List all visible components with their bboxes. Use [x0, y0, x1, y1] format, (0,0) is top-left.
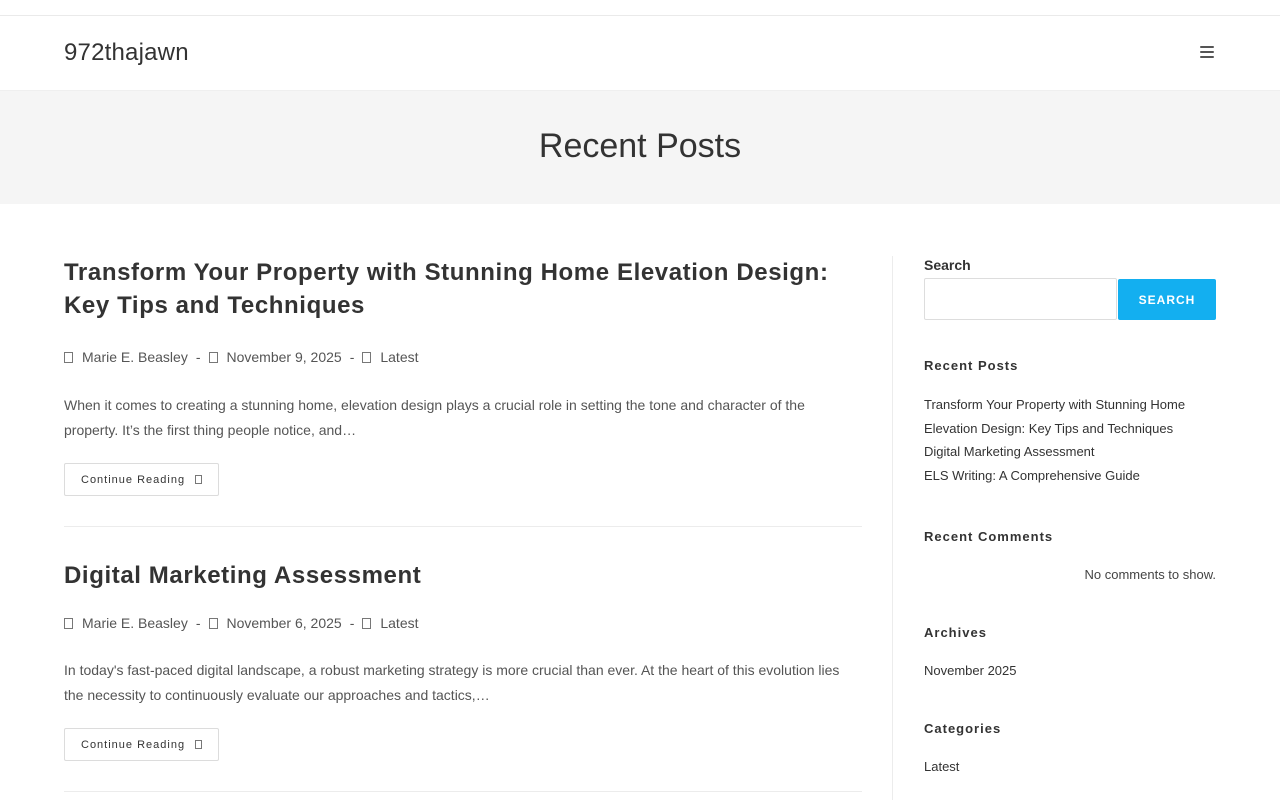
post-item: Transform Your Property with Stunning Ho…: [64, 256, 862, 527]
post-meta: Marie E. Beasley - November 9, 2025 - La…: [64, 349, 862, 365]
meta-separator: -: [349, 615, 355, 631]
post-excerpt: When it comes to creating a stunning hom…: [64, 397, 805, 438]
arrow-right-icon: [195, 740, 203, 749]
user-icon: [64, 617, 73, 629]
meta-separator: -: [349, 349, 355, 365]
site-title[interactable]: 972thajawn: [64, 39, 189, 67]
arrow-right-icon: [195, 475, 203, 484]
widget-title: Recent Comments: [924, 529, 1054, 544]
page-hero: Recent Posts: [0, 91, 1280, 204]
continue-reading-label: Continue Reading: [81, 738, 186, 751]
widget-title: Categories: [924, 720, 1002, 736]
post-author[interactable]: Marie E. Beasley: [82, 349, 188, 365]
continue-reading-button[interactable]: Continue Reading: [64, 728, 220, 761]
calendar-icon: [208, 351, 218, 363]
categories-widget: Categories Latest: [924, 721, 1216, 779]
recent-post-link[interactable]: Transform Your Property with Stunning Ho…: [924, 393, 1216, 440]
meta-separator: -: [195, 349, 201, 365]
post-title-link[interactable]: Transform Your Property with Stunning Ho…: [64, 256, 862, 322]
top-bar: [0, 0, 1280, 16]
recent-post-link[interactable]: Digital Marketing Assessment: [924, 440, 1216, 464]
page-title: Recent Posts: [538, 127, 742, 165]
post-date: November 6, 2025: [226, 615, 342, 631]
search-input[interactable]: [924, 278, 1117, 320]
post-date: November 9, 2025: [226, 349, 342, 365]
post-category[interactable]: Latest: [380, 349, 418, 365]
archives-widget: Archives November 2025: [924, 625, 1216, 683]
post-item: Digital Marketing Assessment Marie E. Be…: [64, 559, 862, 792]
no-comments-text: No comments to show.: [1084, 567, 1217, 582]
post-meta: Marie E. Beasley - November 6, 2025 - La…: [64, 615, 862, 631]
search-button[interactable]: SEARCH: [1118, 279, 1216, 320]
search-widget: Search SEARCH: [924, 257, 1216, 320]
search-label: Search: [924, 257, 971, 273]
user-icon: [64, 351, 73, 363]
category-link[interactable]: Latest: [924, 755, 1216, 779]
recent-post-link[interactable]: ELS Writing: A Comprehensive Guide: [924, 464, 1216, 488]
hamburger-icon[interactable]: [1200, 46, 1214, 58]
archive-link[interactable]: November 2025: [924, 659, 1216, 683]
sidebar-divider: [892, 256, 893, 800]
folder-icon: [362, 351, 372, 363]
widget-title: Archives: [924, 625, 987, 640]
folder-icon: [362, 617, 372, 629]
post-author[interactable]: Marie E. Beasley: [82, 615, 188, 631]
site-header: 972thajawn: [0, 16, 1280, 91]
calendar-icon: [208, 617, 218, 629]
continue-reading-button[interactable]: Continue Reading: [64, 463, 220, 496]
recent-posts-widget: Recent Posts Transform Your Property wit…: [924, 358, 1216, 487]
widget-title: Recent Posts: [924, 358, 1019, 373]
post-category[interactable]: Latest: [380, 615, 418, 631]
post-list: Transform Your Property with Stunning Ho…: [64, 256, 862, 800]
meta-separator: -: [195, 615, 201, 631]
continue-reading-label: Continue Reading: [81, 473, 186, 486]
recent-comments-widget: Recent Comments No comments to show.: [924, 529, 1216, 582]
post-excerpt: In today's fast-paced digital landscape,…: [64, 662, 840, 703]
post-title-link[interactable]: Digital Marketing Assessment: [64, 559, 862, 592]
main-area: Transform Your Property with Stunning Ho…: [0, 204, 1280, 800]
sidebar: Search SEARCH Recent Posts Transform You…: [924, 256, 1216, 800]
